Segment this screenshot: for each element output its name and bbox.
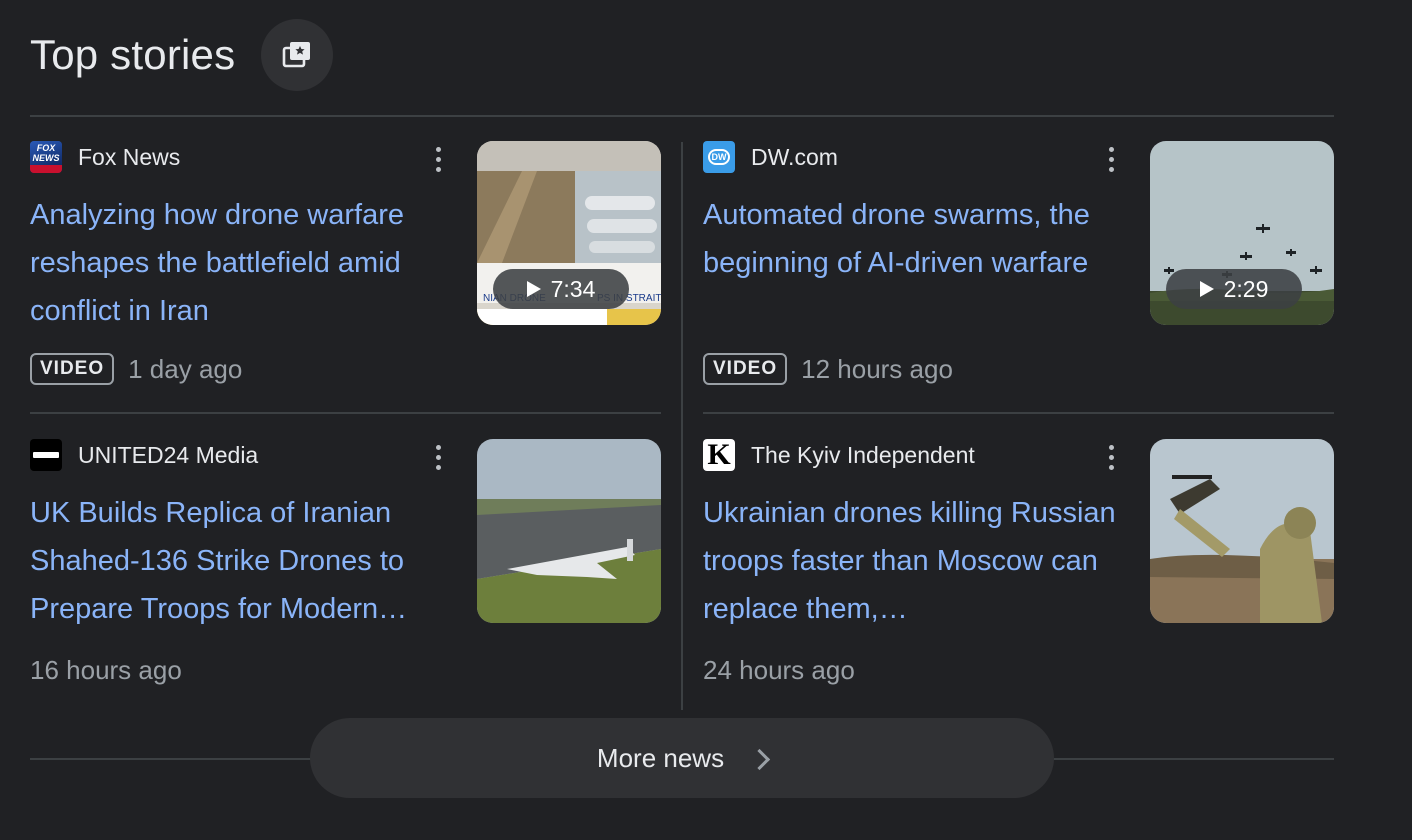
- story-card-kyiv-independent[interactable]: K The Kyiv Independent Ukrainian drones …: [703, 439, 1335, 689]
- dw-logo: DW: [703, 141, 735, 173]
- more-news-label: More news: [596, 742, 725, 773]
- top-stories-button[interactable]: [261, 19, 334, 91]
- row-divider-right: [703, 412, 1334, 414]
- top-stories-header: Top stories: [30, 18, 334, 92]
- source-name: Fox News: [78, 143, 181, 170]
- story-time: 16 hours ago: [30, 655, 182, 685]
- story-card-united24[interactable]: UNITED24 Media UK Builds Replica of Iran…: [30, 439, 662, 689]
- story-time: 12 hours ago: [801, 353, 953, 384]
- story-time: 1 day ago: [128, 353, 243, 384]
- story-thumbnail[interactable]: [477, 439, 661, 623]
- story-card-dw[interactable]: DW DW.com Automated drone swarms, the be…: [703, 141, 1335, 391]
- top-divider: [30, 115, 1334, 117]
- story-source: FOX NEWS Fox News: [30, 141, 180, 173]
- source-name: DW.com: [751, 143, 838, 170]
- story-card-fox-news[interactable]: FOX NEWS Fox News Analyzing how drone war…: [30, 141, 662, 391]
- drone-photo: [477, 439, 661, 623]
- story-source: DW DW.com: [703, 141, 838, 173]
- video-badge: VIDEO: [30, 353, 115, 385]
- more-options-icon[interactable]: [426, 141, 450, 177]
- column-divider: [681, 142, 683, 710]
- more-news-button[interactable]: More news: [310, 718, 1054, 798]
- video-badge: VIDEO: [703, 353, 788, 385]
- story-title-link[interactable]: Automated drone swarms, the beginning of…: [703, 191, 1133, 287]
- soldier-drone-photo: [1150, 439, 1334, 623]
- united24-logo: [30, 439, 62, 471]
- section-title: Top stories: [30, 31, 236, 78]
- story-title-link[interactable]: Ukrainian drones killing Russian troops …: [703, 489, 1133, 633]
- chevron-right-icon: [748, 748, 771, 770]
- stacked-cards-icon: [282, 42, 311, 68]
- source-name: The Kyiv Independent: [751, 441, 975, 468]
- story-meta: VIDEO 1 day ago: [30, 353, 242, 385]
- story-source: K The Kyiv Independent: [703, 439, 975, 471]
- story-meta: VIDEO 12 hours ago: [703, 353, 953, 385]
- more-options-icon[interactable]: [1099, 141, 1123, 177]
- story-meta: 16 hours ago: [30, 655, 182, 686]
- play-icon: [1199, 281, 1214, 297]
- story-title-link[interactable]: Analyzing how drone warfare reshapes the…: [30, 191, 460, 335]
- more-options-icon[interactable]: [426, 439, 450, 475]
- story-title-link[interactable]: UK Builds Replica of Iranian Shahed-136 …: [30, 489, 460, 633]
- story-thumbnail[interactable]: [1150, 439, 1334, 623]
- fox-news-logo: FOX NEWS: [30, 141, 62, 173]
- row-divider-left: [30, 412, 661, 414]
- more-options-icon[interactable]: [1099, 439, 1123, 475]
- video-duration: 2:29: [1166, 269, 1302, 309]
- story-time: 24 hours ago: [703, 655, 855, 685]
- story-source: UNITED24 Media: [30, 439, 258, 471]
- story-thumbnail[interactable]: NIAN DRONE PS IN STRAIT 7:34: [477, 141, 661, 325]
- story-meta: 24 hours ago: [703, 655, 855, 686]
- video-duration: 7:34: [493, 269, 629, 309]
- source-name: UNITED24 Media: [78, 441, 259, 468]
- kyiv-independent-logo: K: [703, 439, 735, 471]
- more-news-row: More news: [0, 718, 1412, 800]
- story-thumbnail[interactable]: 2:29: [1150, 141, 1334, 325]
- play-icon: [526, 281, 541, 297]
